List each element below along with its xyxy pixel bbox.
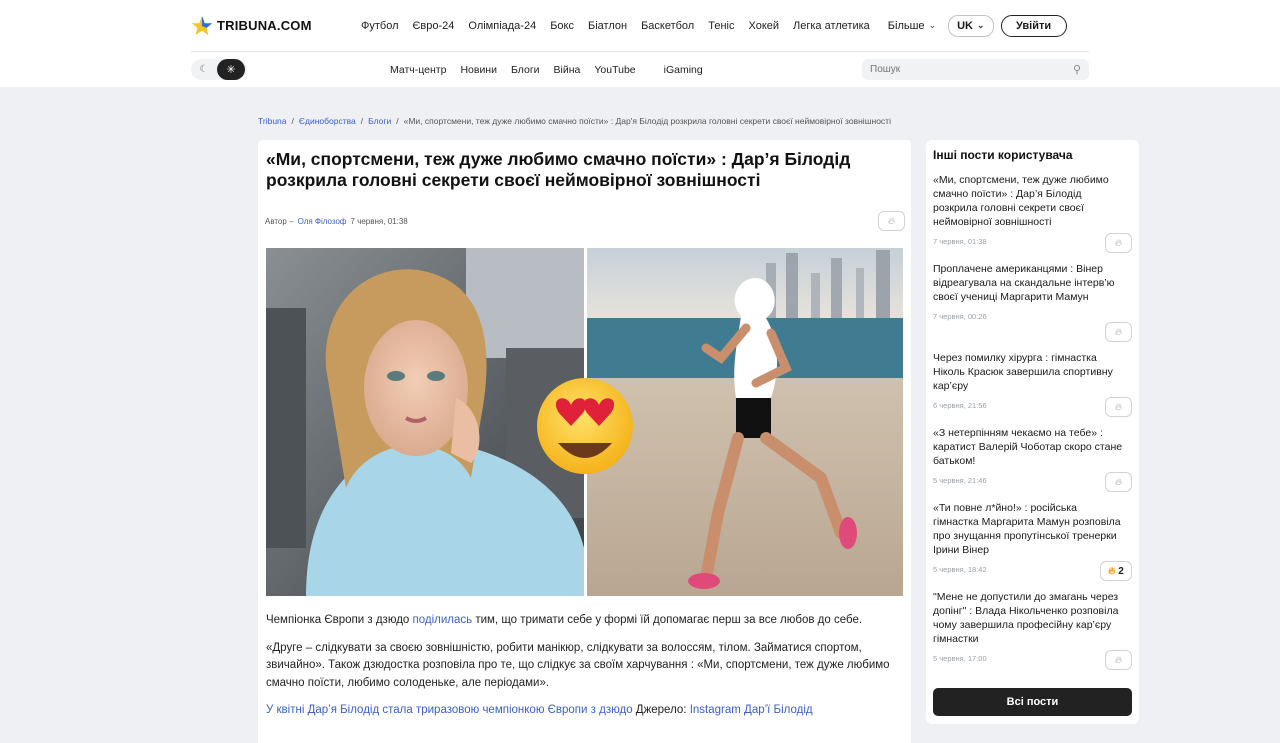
search-icon[interactable]: ⚲ [1073,63,1081,76]
subnav-item[interactable]: Війна [554,64,581,76]
article-card: «Ми, спортсмени, теж дуже любимо смачно … [258,140,911,743]
language-select[interactable]: UK ⌄ [948,14,994,37]
subnav-item[interactable]: Блоги [511,64,540,76]
more-menu[interactable]: Більше ⌄ [888,20,936,32]
login-button[interactable]: Увійти [1000,14,1067,37]
author-prefix: Автор – [265,217,294,226]
post-title[interactable]: «Ти повне л*йно!» : російська гімнастка … [933,501,1123,557]
topnav-item[interactable]: Легка атлетика [793,20,870,32]
topnav-item[interactable]: Біатлон [588,20,627,32]
article-paragraph: Чемпіонка Європи з дзюдо поділилась тим,… [266,614,863,626]
site-header: TRIBUNA.COM Футбол Євро-24 Олімпіада-24 … [0,0,1280,87]
like-button[interactable]: 🔥︎ [1105,233,1132,253]
fire-icon: 🔥︎ [1114,654,1123,666]
topnav-item[interactable]: Футбол [361,20,399,32]
sub-nav: Матч-центр Новини Блоги Війна YouTube iG… [390,64,717,76]
fire-icon: 🔥︎ [887,215,896,227]
moon-icon[interactable]: ☾ [191,64,217,75]
post-title[interactable]: Проплачене американцями : Вінер відреагу… [933,262,1123,304]
post-date: 7 червня, 01:38 [933,237,987,246]
like-button[interactable]: 🔥︎ [1105,472,1132,492]
post-title[interactable]: "Мене не допустили до змагань через допі… [933,590,1123,646]
sidebar-title: Інші пости користувача [933,148,1073,162]
topnav-item[interactable]: Хокей [748,20,779,32]
inline-link[interactable]: поділилась [413,614,473,626]
article-body: Чемпіонка Європи з дзюдо поділилась тим,… [266,612,906,730]
breadcrumb-current: «Ми, спортсмени, теж дуже любимо смачно … [403,116,891,126]
all-posts-button[interactable]: Всі пости [933,688,1132,716]
article-paragraph: У квітні Дар’я Білодід стала триразовою … [266,704,813,716]
breadcrumb: Tribuna / Єдиноборства / Блоги / «Ми, спорт… [258,116,891,126]
chevron-down-icon: ⌄ [928,20,937,30]
subnav-item[interactable]: YouTube [594,64,635,76]
sidebar-post[interactable]: Через помилку хірурга : гімнастка Ніколь… [933,351,1132,426]
header-top-row: TRIBUNA.COM Футбол Євро-24 Олімпіада-24 … [191,0,1089,52]
sun-icon[interactable]: ✳ [217,59,245,80]
post-date: 7 червня, 00:26 [933,312,987,321]
logo-star-icon [191,15,213,35]
article-image [266,248,903,596]
like-button[interactable]: 🔥︎ 2 [1100,561,1132,581]
like-button[interactable]: 🔥︎ [1105,397,1132,417]
topnav-item[interactable]: Баскетбол [641,20,694,32]
post-title[interactable]: Через помилку хірурга : гімнастка Ніколь… [933,351,1123,393]
sidebar-post[interactable]: «З нетерпінням чекаємо на тебе» : карати… [933,426,1132,501]
fire-icon: 🔥︎ [1108,565,1116,577]
search-input[interactable] [870,64,1073,75]
fire-icon: 🔥︎ [1114,326,1123,338]
sidebar-post[interactable]: «Ми, спортсмени, теж дуже любимо смачно … [933,173,1132,262]
like-button[interactable]: 🔥︎ [1105,322,1132,342]
subnav-item[interactable]: Новини [460,64,497,76]
theme-toggle[interactable]: ☾ ✳ [191,59,247,80]
post-title[interactable]: «З нетерпінням чекаємо на тебе» : карати… [933,426,1123,468]
article-paragraph: «Друге – слідкувати за своєю зовнішністю… [266,641,890,689]
article-meta: Автор – Оля Філозоф 7 червня, 01:38 [265,217,408,226]
sidebar-other-posts: Інші пости користувача «Ми, спортсмени, … [926,140,1139,724]
article-title: «Ми, спортсмени, теж дуже любимо смачно … [266,149,851,190]
post-date: 6 червня, 21:56 [933,401,987,410]
breadcrumb-item[interactable]: Блоги [368,116,391,126]
article-date: 7 червня, 01:38 [350,217,408,226]
fire-icon: 🔥︎ [1114,237,1123,249]
sidebar-post[interactable]: Проплачене американцями : Вінер відреагу… [933,262,1132,351]
topnav-item[interactable]: Теніс [708,20,734,32]
topnav-item[interactable]: Бокс [550,20,574,32]
chevron-down-icon: ⌄ [977,20,985,30]
source-link[interactable]: Instagram Дар’ї Білодід [690,704,813,716]
site-logo[interactable]: TRIBUNA.COM [191,15,361,37]
language-label: UK [957,19,973,32]
sidebar-post[interactable]: "Мене не допустили до змагань через допі… [933,590,1132,679]
subnav-item[interactable]: Матч-центр [390,64,446,76]
topnav-item[interactable]: Олімпіада-24 [468,20,536,32]
post-date: 5 червня, 17:00 [933,654,987,663]
sidebar-post[interactable]: «Ти повне л*йно!» : російська гімнастка … [933,501,1132,590]
post-date: 5 червня, 21:46 [933,476,987,485]
breadcrumb-item[interactable]: Єдиноборства [299,116,356,126]
subnav-item[interactable]: iGaming [664,64,703,76]
more-label: Більше [887,19,925,32]
fire-icon: 🔥︎ [1114,476,1123,488]
post-title[interactable]: «Ми, спортсмени, теж дуже любимо смачно … [933,173,1123,229]
like-button[interactable]: 🔥︎ [878,211,905,231]
like-button[interactable]: 🔥︎ [1105,650,1132,670]
breadcrumb-item[interactable]: Tribuna [258,116,287,126]
logo-text: TRIBUNA.COM [217,18,312,33]
inline-link[interactable]: У квітні Дар’я Білодід стала триразовою … [266,704,633,716]
like-count: 2 [1118,565,1124,577]
fire-icon: 🔥︎ [1114,401,1123,413]
top-nav: Футбол Євро-24 Олімпіада-24 Бокс Біатлон… [361,20,884,32]
header-bottom-row: ☾ ✳ Матч-центр Новини Блоги Війна YouTub… [191,52,1089,87]
author-link[interactable]: Оля Філозоф [298,217,347,226]
search-box: ⚲ [862,59,1089,80]
topnav-item[interactable]: Євро-24 [413,20,455,32]
